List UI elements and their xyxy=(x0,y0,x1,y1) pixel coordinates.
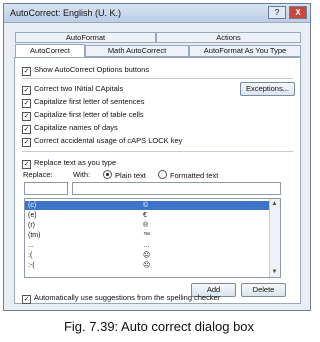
list-scrollbar[interactable]: ▲ ▼ xyxy=(269,199,280,277)
tab-actions[interactable]: Actions xyxy=(156,32,301,43)
caps-lock-option[interactable]: ✓ Correct accidental usage of cAPS LOCK k… xyxy=(22,136,183,147)
formatted-text-option[interactable]: Formatted text xyxy=(158,170,218,181)
option-label: Correct accidental usage of cAPS LOCK ke… xyxy=(34,136,183,145)
show-options-buttons-option[interactable]: ✓ Show AutoCorrect Options buttons xyxy=(22,65,150,76)
separator xyxy=(22,151,293,152)
scroll-up-icon[interactable]: ▲ xyxy=(271,200,278,208)
replace-as-you-type-label: Replace text as you type xyxy=(34,158,117,167)
checkbox-checked-icon[interactable]: ✓ xyxy=(22,125,31,134)
entry-replace: :( xyxy=(28,252,33,259)
checkbox-checked-icon[interactable]: ✓ xyxy=(22,86,31,95)
list-item[interactable]: (c) © xyxy=(25,201,270,210)
list-item[interactable]: :-( ☹ xyxy=(25,261,270,270)
replace-label: Replace: xyxy=(23,170,53,179)
entry-replace: :-( xyxy=(28,262,35,269)
tab-autoformat-as-you-type[interactable]: AutoFormat As You Type xyxy=(189,45,301,57)
entry-with: € xyxy=(143,212,147,219)
close-button[interactable]: X xyxy=(289,6,307,19)
tab-autoformat[interactable]: AutoFormat xyxy=(15,32,156,43)
capitalize-table-cells-option[interactable]: ✓ Capitalize first letter of table cells xyxy=(22,110,144,121)
autocorrect-dialog: AutoCorrect: English (U. K.) ? X AutoFor… xyxy=(3,3,311,311)
entry-replace: (e) xyxy=(28,212,37,219)
title-bar: AutoCorrect: English (U. K.) ? X xyxy=(4,4,310,23)
formatted-text-label: Formatted text xyxy=(170,171,219,180)
dialog-title: AutoCorrect: English (U. K.) xyxy=(10,8,122,18)
tab-autocorrect[interactable]: AutoCorrect xyxy=(15,44,85,58)
entry-with: ™ xyxy=(143,232,150,239)
entry-replace: (c) xyxy=(28,202,37,209)
separator xyxy=(22,78,293,79)
figure-caption: Fig. 7.39: Auto correct dialog box xyxy=(63,319,255,334)
list-item[interactable]: (r) ® xyxy=(25,221,270,230)
plain-text-label: Plain text xyxy=(115,171,146,180)
list-item[interactable]: (tm) ™ xyxy=(25,231,270,240)
option-label: Correct two INitial CApitals xyxy=(34,84,124,93)
entry-with: ® xyxy=(143,222,149,229)
exceptions-button[interactable]: Exceptions... xyxy=(240,82,295,96)
entry-replace: ... xyxy=(28,242,34,249)
spelling-suggestions-label: Automatically use suggestions from the s… xyxy=(34,293,221,302)
autocorrect-entries-list[interactable]: (c) © (e) € (r) ® (tm) ™ ... … :( ☹ :-( ☹ ▲ ▼ xyxy=(24,198,281,278)
plain-text-option[interactable]: Plain text xyxy=(103,170,146,181)
checkbox-checked-icon[interactable]: ✓ xyxy=(22,67,31,76)
delete-button[interactable]: Delete xyxy=(241,283,286,297)
capitalize-sentences-option[interactable]: ✓ Capitalize first letter of sentences xyxy=(22,97,145,108)
replace-input[interactable] xyxy=(24,182,68,195)
capitalize-days-option[interactable]: ✓ Capitalize names of days xyxy=(22,123,118,134)
radio-unselected-icon[interactable] xyxy=(158,170,167,179)
autocorrect-panel: ✓ Show AutoCorrect Options buttons ✓ Corre… xyxy=(14,57,301,304)
entry-replace: (r) xyxy=(28,222,35,229)
list-item[interactable]: (e) € xyxy=(25,211,270,220)
entry-with: … xyxy=(143,242,150,249)
tab-math-autocorrect[interactable]: Math AutoCorrect xyxy=(85,45,189,57)
spelling-suggestions-option[interactable]: ✓ Automatically use suggestions from the … xyxy=(22,293,221,304)
checkbox-checked-icon[interactable]: ✓ xyxy=(22,295,31,304)
replace-as-you-type-option[interactable]: ✓ Replace text as you type xyxy=(22,158,117,169)
checkbox-checked-icon[interactable]: ✓ xyxy=(22,112,31,121)
option-label: Capitalize first letter of table cells xyxy=(34,110,144,119)
checkbox-checked-icon[interactable]: ✓ xyxy=(22,160,31,169)
entry-with: ☹ xyxy=(143,262,151,269)
radio-selected-icon[interactable] xyxy=(103,170,112,179)
list-item[interactable]: ... … xyxy=(25,241,270,250)
entry-with: © xyxy=(143,202,149,209)
entry-with: ☹ xyxy=(143,252,151,259)
list-item[interactable]: :( ☹ xyxy=(25,251,270,260)
show-options-buttons-label: Show AutoCorrect Options buttons xyxy=(34,65,150,74)
scroll-down-icon[interactable]: ▼ xyxy=(271,268,278,276)
checkbox-checked-icon[interactable]: ✓ xyxy=(22,138,31,147)
entry-replace: (tm) xyxy=(28,232,41,239)
option-label: Capitalize first letter of sentences xyxy=(34,97,145,106)
with-input[interactable] xyxy=(72,182,281,195)
option-label: Capitalize names of days xyxy=(34,123,118,132)
with-label: With: xyxy=(73,170,91,179)
help-button[interactable]: ? xyxy=(268,6,286,19)
checkbox-checked-icon[interactable]: ✓ xyxy=(22,99,31,108)
correct-two-initial-capitals-option[interactable]: ✓ Correct two INitial CApitals xyxy=(22,84,124,95)
